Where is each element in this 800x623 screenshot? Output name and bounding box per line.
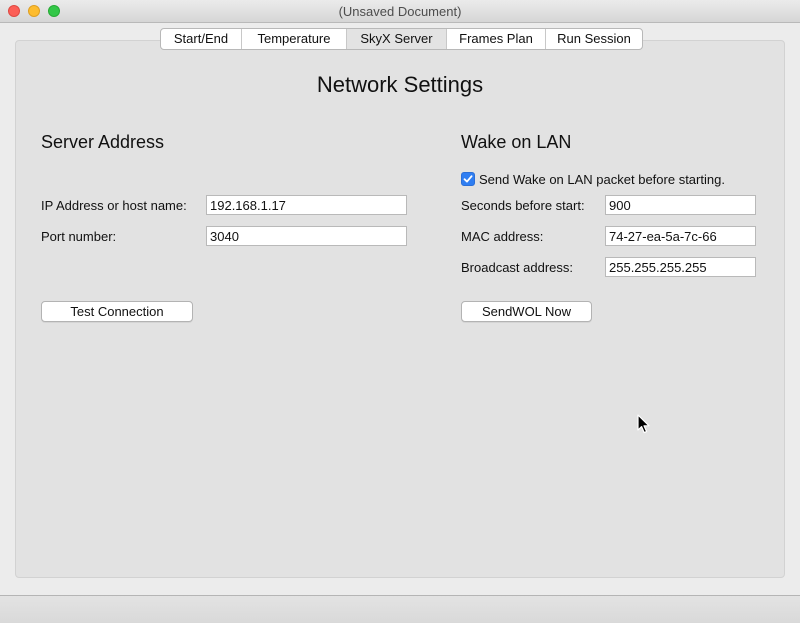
mac-address-field[interactable] (605, 226, 756, 246)
checkmark-icon (463, 175, 473, 183)
tab-temperature[interactable]: Temperature (242, 29, 347, 49)
port-number-label: Port number: (41, 229, 117, 244)
arrow-cursor-icon (637, 414, 650, 434)
ip-address-label: IP Address or host name: (41, 198, 187, 213)
title-bar: (Unsaved Document) (0, 0, 800, 23)
seconds-before-start-label: Seconds before start: (461, 198, 585, 213)
tab-bar: Start/End Temperature SkyX Server Frames… (160, 28, 643, 50)
send-wol-checkbox-label[interactable]: Send Wake on LAN packet before starting. (479, 172, 725, 187)
server-address-heading: Server Address (41, 132, 165, 152)
broadcast-address-label: Broadcast address: (461, 260, 574, 275)
ip-address-field[interactable] (206, 195, 407, 215)
status-bar (0, 595, 800, 623)
broadcast-address-field[interactable] (605, 257, 756, 277)
test-connection-button[interactable]: Test Connection (41, 301, 193, 322)
send-wol-now-button[interactable]: SendWOL Now (461, 301, 592, 322)
mac-address-label: MAC address: (461, 229, 544, 244)
page-title: Network Settings (316, 72, 484, 97)
port-number-field[interactable] (206, 226, 407, 246)
wake-on-lan-heading: Wake on LAN (461, 132, 572, 152)
seconds-before-start-field[interactable] (605, 195, 756, 215)
send-wol-checkbox[interactable] (461, 172, 475, 186)
window-title: (Unsaved Document) (338, 4, 462, 19)
tab-start-end[interactable]: Start/End (161, 29, 242, 49)
tab-skyx-server[interactable]: SkyX Server (347, 29, 447, 49)
tab-frames-plan[interactable]: Frames Plan (447, 29, 546, 49)
tab-run-session[interactable]: Run Session (546, 29, 642, 49)
